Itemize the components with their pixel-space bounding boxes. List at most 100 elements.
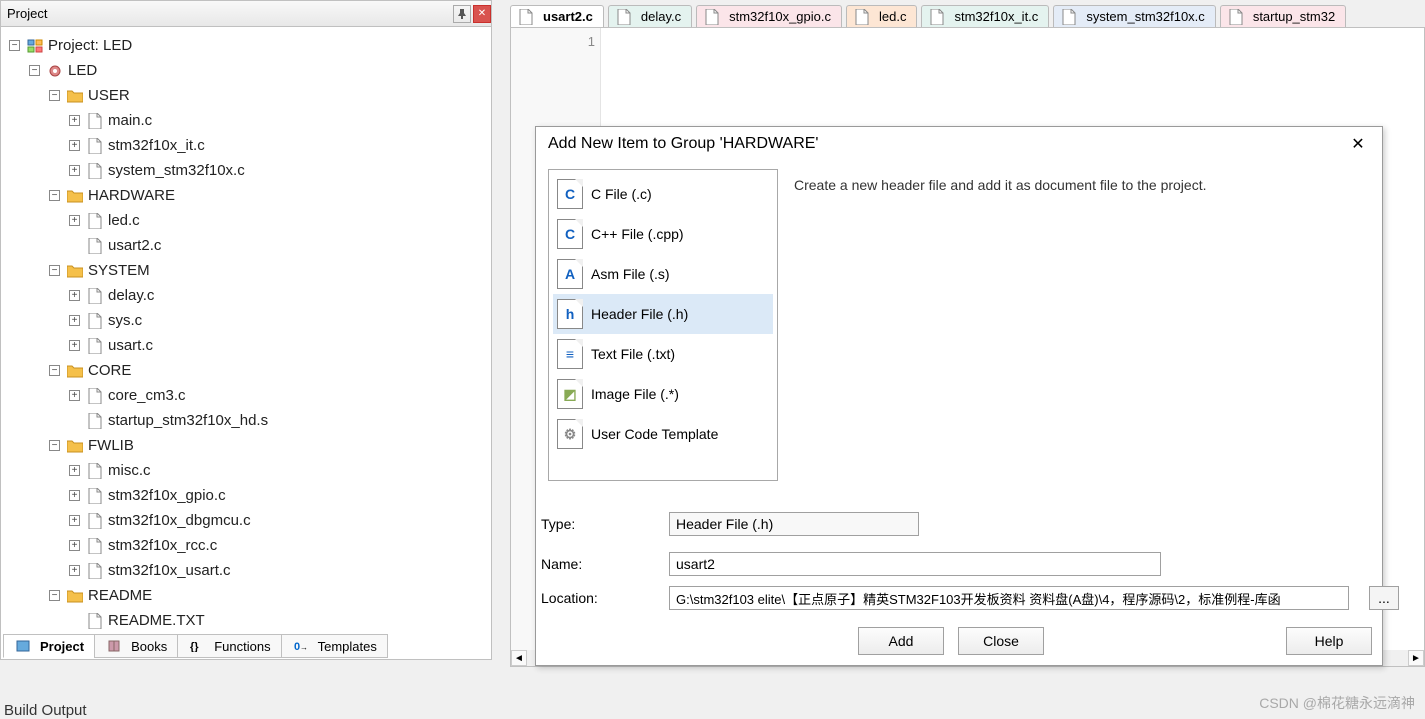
panel-close-button[interactable]: ✕ xyxy=(473,5,491,23)
svg-text:{}: {} xyxy=(190,641,199,652)
project-panel-header: Project ✕ xyxy=(1,1,491,27)
bottom-tab-templates[interactable]: 0→Templates xyxy=(281,634,388,658)
bottom-tab-project[interactable]: Project xyxy=(3,634,95,658)
dialog-close-button[interactable]: ✕ xyxy=(1346,134,1370,154)
tree-toggle[interactable]: − xyxy=(49,590,60,601)
bottom-tab-label: Project xyxy=(40,639,84,654)
editor-tab[interactable]: led.c xyxy=(846,5,917,27)
project-tree[interactable]: −Project: LED−LED−USER+main.c+stm32f10x_… xyxy=(1,27,491,633)
scroll-right-icon[interactable]: ► xyxy=(1408,650,1424,666)
tree-toggle[interactable]: − xyxy=(49,365,60,376)
file-node[interactable]: +led.c xyxy=(5,208,487,233)
file-node[interactable]: +main.c xyxy=(5,108,487,133)
file-type-option[interactable]: CC File (.c) xyxy=(553,174,773,214)
tree-label: startup_stm32f10x_hd.s xyxy=(108,408,268,433)
group-core[interactable]: −CORE xyxy=(5,358,487,383)
help-button[interactable]: Help xyxy=(1286,627,1372,655)
editor-tab[interactable]: stm32f10x_gpio.c xyxy=(696,5,842,27)
file-node[interactable]: +system_stm32f10x.c xyxy=(5,158,487,183)
add-button[interactable]: Add xyxy=(858,627,944,655)
tree-toggle[interactable]: + xyxy=(69,390,80,401)
tree-toggle[interactable]: − xyxy=(49,90,60,101)
tree-label: delay.c xyxy=(108,283,154,308)
group-user[interactable]: − USER xyxy=(5,83,487,108)
file-type-label: C++ File (.cpp) xyxy=(591,226,684,242)
group-system[interactable]: −SYSTEM xyxy=(5,258,487,283)
tree-toggle[interactable]: + xyxy=(69,315,80,326)
editor-tab[interactable]: system_stm32f10x.c xyxy=(1053,5,1216,27)
editor-tab[interactable]: stm32f10x_it.c xyxy=(921,5,1049,27)
tree-label: usart.c xyxy=(108,333,153,358)
file-node[interactable]: +core_cm3.c xyxy=(5,383,487,408)
project-root[interactable]: −Project: LED xyxy=(5,33,487,58)
tree-toggle[interactable]: − xyxy=(49,440,60,451)
file-node-icon xyxy=(86,563,104,579)
tree-toggle[interactable]: − xyxy=(29,65,40,76)
file-node[interactable]: +stm32f10x_it.c xyxy=(5,133,487,158)
file-type-icon: ⚙ xyxy=(557,419,583,449)
file-node[interactable]: +misc.c xyxy=(5,458,487,483)
target-node[interactable]: −LED xyxy=(5,58,487,83)
file-node-icon xyxy=(86,388,104,404)
editor-tab[interactable]: delay.c xyxy=(608,5,692,27)
file-node-icon xyxy=(86,288,104,304)
tree-toggle[interactable]: + xyxy=(69,565,80,576)
tree-label: stm32f10x_dbgmcu.c xyxy=(108,508,251,533)
tree-toggle[interactable]: + xyxy=(69,290,80,301)
tree-toggle[interactable]: + xyxy=(69,215,80,226)
file-node[interactable]: README.TXT xyxy=(5,608,487,633)
close-button[interactable]: Close xyxy=(958,627,1044,655)
file-node[interactable]: + usart.c xyxy=(5,333,487,358)
tree-toggle[interactable]: + xyxy=(69,540,80,551)
group-fwlib[interactable]: −FWLIB xyxy=(5,433,487,458)
tree-toggle[interactable]: + xyxy=(69,465,80,476)
file-type-option[interactable]: ⚙User Code Template xyxy=(553,414,773,454)
editor-tab-label: usart2.c xyxy=(543,9,593,24)
templates-icon: 0→ xyxy=(292,638,310,654)
file-type-option[interactable]: ◩Image File (.*) xyxy=(553,374,773,414)
file-type-option[interactable]: AAsm File (.s) xyxy=(553,254,773,294)
file-node-icon xyxy=(86,238,104,254)
tree-toggle[interactable]: + xyxy=(69,490,80,501)
file-node[interactable]: + delay.c xyxy=(5,283,487,308)
group-fwlib-icon xyxy=(66,438,84,454)
tree-toggle[interactable]: + xyxy=(69,340,80,351)
file-node[interactable]: +sys.c xyxy=(5,308,487,333)
tree-toggle[interactable]: + xyxy=(69,515,80,526)
editor-tab-label: system_stm32f10x.c xyxy=(1086,9,1205,24)
group-readme[interactable]: −README xyxy=(5,583,487,608)
tree-label: stm32f10x_usart.c xyxy=(108,558,231,583)
tree-toggle[interactable]: − xyxy=(49,190,60,201)
tree-toggle[interactable]: + xyxy=(69,165,80,176)
file-type-list[interactable]: CC File (.c)CC++ File (.cpp)AAsm File (.… xyxy=(548,169,778,481)
tree-toggle[interactable]: + xyxy=(69,140,80,151)
scroll-left-icon[interactable]: ◄ xyxy=(511,650,527,666)
bottom-tab-functions[interactable]: {}Functions xyxy=(177,634,281,658)
location-input[interactable] xyxy=(669,586,1349,610)
file-node[interactable]: startup_stm32f10x_hd.s xyxy=(5,408,487,433)
file-type-option[interactable]: hHeader File (.h) xyxy=(553,294,773,334)
file-node[interactable]: + stm32f10x_dbgmcu.c xyxy=(5,508,487,533)
file-node[interactable]: + stm32f10x_usart.c xyxy=(5,558,487,583)
file-type-option[interactable]: CC++ File (.cpp) xyxy=(553,214,773,254)
project-panel-title: Project xyxy=(7,6,451,21)
file-node[interactable]: +stm32f10x_rcc.c xyxy=(5,533,487,558)
panel-pin-button[interactable] xyxy=(453,5,471,23)
name-row: Name: xyxy=(541,552,1161,576)
file-type-option[interactable]: ≡Text File (.txt) xyxy=(553,334,773,374)
tree-toggle[interactable]: + xyxy=(69,115,80,126)
file-node-icon xyxy=(86,613,104,629)
browse-button[interactable]: ... xyxy=(1369,586,1399,610)
editor-tab[interactable]: usart2.c xyxy=(510,5,604,27)
tree-label: USER xyxy=(88,83,130,108)
tree-toggle[interactable]: − xyxy=(9,40,20,51)
name-input[interactable] xyxy=(669,552,1161,576)
file-node[interactable]: +stm32f10x_gpio.c xyxy=(5,483,487,508)
file-node-icon xyxy=(86,538,104,554)
type-label: Type: xyxy=(541,516,651,532)
editor-tab[interactable]: startup_stm32 xyxy=(1220,5,1346,27)
tree-toggle[interactable]: − xyxy=(49,265,60,276)
file-node[interactable]: usart2.c xyxy=(5,233,487,258)
group-hardware[interactable]: −HARDWARE xyxy=(5,183,487,208)
bottom-tab-books[interactable]: Books xyxy=(94,634,178,658)
